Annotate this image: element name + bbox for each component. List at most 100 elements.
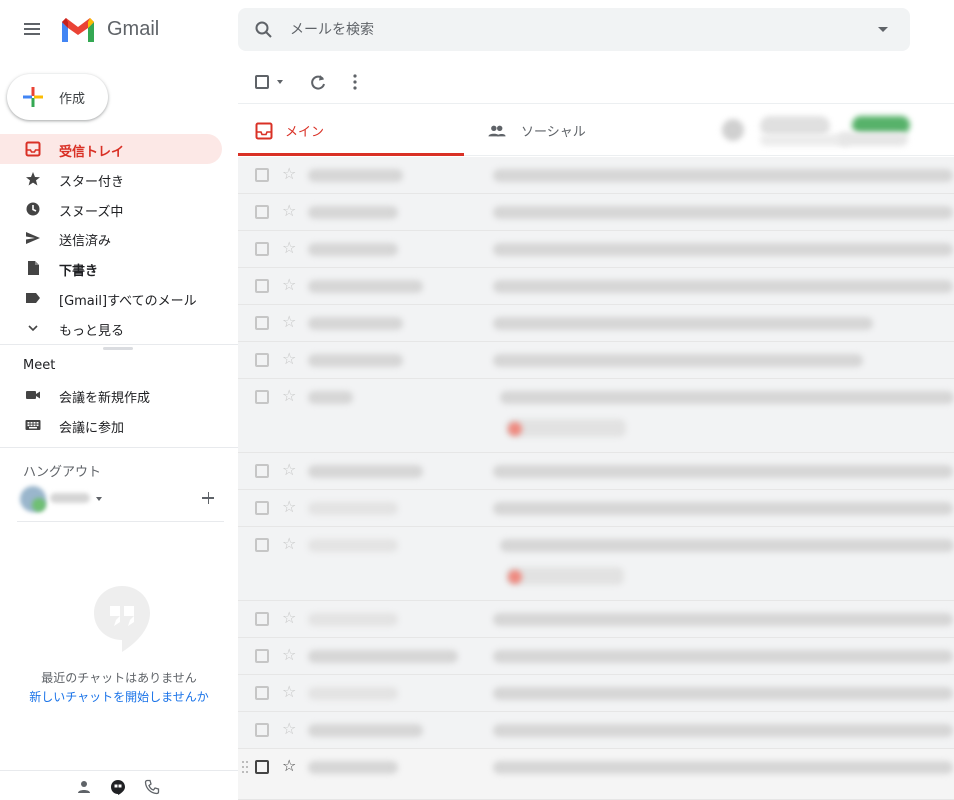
star-icon[interactable]: ☆ [282, 202, 296, 220]
keyboard-icon [25, 420, 41, 430]
row-checkbox[interactable] [255, 353, 269, 367]
sidebar-item-all-mail[interactable]: [Gmail]すべてのメール [0, 283, 222, 313]
sidebar-item-more[interactable]: もっと見る [0, 313, 222, 343]
email-row[interactable]: ☆ [238, 601, 954, 638]
drag-handle-icon[interactable] [241, 760, 249, 774]
row-checkbox[interactable] [255, 538, 269, 552]
select-all-checkbox[interactable] [255, 75, 269, 89]
email-row[interactable]: ☆ [238, 527, 954, 601]
email-row[interactable]: ☆ [238, 342, 954, 379]
email-row[interactable]: ☆ [238, 490, 954, 527]
sidebar-item-label: 受信トレイ [59, 145, 125, 160]
email-row[interactable]: ☆ [238, 268, 954, 305]
row-checkbox[interactable] [255, 168, 269, 182]
email-row[interactable]: ☆ [238, 749, 954, 800]
row-checkbox[interactable] [255, 501, 269, 515]
tab-promotions[interactable] [710, 104, 954, 156]
star-icon[interactable]: ☆ [282, 646, 296, 664]
top-bar: Gmail [0, 0, 954, 60]
row-checkbox[interactable] [255, 390, 269, 404]
divider [0, 344, 238, 345]
tab-social[interactable]: ソーシャル [474, 104, 700, 156]
status-dot [32, 498, 46, 512]
row-checkbox[interactable] [255, 205, 269, 219]
row-checkbox[interactable] [255, 316, 269, 330]
star-icon[interactable]: ☆ [282, 276, 296, 294]
search-bar[interactable] [238, 8, 910, 51]
hangouts-user-name [50, 493, 90, 503]
sidebar-item-label: [Gmail]すべてのメール [59, 293, 197, 309]
star-icon[interactable]: ☆ [282, 313, 296, 331]
sender-blurred [308, 317, 403, 330]
hangouts-chat-icon[interactable] [110, 779, 126, 795]
star-icon[interactable]: ☆ [282, 498, 296, 516]
star-icon[interactable]: ☆ [282, 609, 296, 627]
email-row[interactable]: ☆ [238, 231, 954, 268]
search-input[interactable] [290, 18, 850, 42]
star-icon[interactable]: ☆ [282, 350, 296, 368]
phone-icon[interactable] [144, 779, 160, 795]
star-icon[interactable]: ☆ [282, 683, 296, 701]
row-checkbox[interactable] [255, 649, 269, 663]
tab-primary[interactable]: メイン [238, 104, 464, 156]
meet-join-meeting[interactable]: 会議に参加 [0, 410, 238, 440]
row-checkbox[interactable] [255, 612, 269, 626]
sidebar-item-inbox[interactable]: 受信トレイ [0, 134, 222, 164]
star-icon[interactable]: ☆ [282, 461, 296, 479]
sender-blurred [308, 761, 398, 774]
row-checkbox[interactable] [255, 760, 269, 774]
email-row[interactable]: ☆ [238, 379, 954, 453]
row-checkbox[interactable] [255, 279, 269, 293]
person-icon[interactable] [76, 779, 92, 795]
clock-icon [26, 202, 40, 216]
sidebar-item-drafts[interactable]: 下書き [0, 253, 222, 283]
row-checkbox[interactable] [255, 464, 269, 478]
select-options-caret-icon[interactable] [277, 80, 283, 84]
subject-blurred [493, 317, 873, 330]
meet-item-label: 会議を新規作成 [59, 391, 151, 406]
sidebar-item-sent[interactable]: 送信済み [0, 223, 222, 253]
sidebar-nav: 受信トレイ スター付き スヌーズ中 送信済み 下書き [Gmail]すべてのメー… [0, 134, 238, 343]
star-icon[interactable]: ☆ [282, 720, 296, 738]
star-icon[interactable]: ☆ [282, 239, 296, 257]
more-options-icon[interactable] [348, 73, 362, 91]
sender-blurred [308, 206, 398, 219]
hangouts-bottom-bar [0, 770, 238, 800]
compose-button[interactable]: 作成 [7, 74, 108, 120]
sidebar-item-snoozed[interactable]: スヌーズ中 [0, 194, 222, 224]
row-checkbox[interactable] [255, 242, 269, 256]
refresh-icon[interactable] [309, 73, 327, 91]
star-icon[interactable]: ☆ [282, 757, 296, 775]
sender-blurred [308, 724, 423, 737]
email-row[interactable]: ☆ [238, 675, 954, 712]
main-menu-button[interactable] [22, 20, 42, 38]
tab-preview-blurred [838, 132, 908, 146]
email-row[interactable]: ☆ [238, 194, 954, 231]
sidebar-scroll-indicator[interactable] [103, 347, 133, 350]
hangouts-user-status[interactable] [18, 484, 108, 514]
sidebar-item-label: 下書き [59, 264, 99, 280]
star-icon[interactable]: ☆ [282, 535, 296, 553]
email-row[interactable]: ☆ [238, 453, 954, 490]
row-checkbox[interactable] [255, 723, 269, 737]
meet-new-meeting[interactable]: 会議を新規作成 [0, 380, 238, 410]
email-row[interactable]: ☆ [238, 305, 954, 342]
row-checkbox[interactable] [255, 686, 269, 700]
gmail-logo[interactable] [60, 16, 96, 44]
email-row[interactable]: ☆ [238, 638, 954, 675]
new-conversation-plus-icon[interactable] [198, 488, 218, 508]
plus-icon [23, 87, 43, 107]
sidebar-item-starred[interactable]: スター付き [0, 164, 222, 194]
star-icon[interactable]: ☆ [282, 165, 296, 183]
chevron-down-icon [28, 325, 38, 331]
email-row[interactable]: ☆ [238, 712, 954, 749]
star-icon[interactable]: ☆ [282, 387, 296, 405]
start-new-chat-link[interactable]: 新しいチャットを開始しませんか [0, 688, 238, 705]
search-options-dropdown-icon[interactable] [878, 27, 888, 32]
search-icon[interactable] [254, 20, 274, 40]
subject-blurred [493, 465, 953, 478]
subject-blurred [493, 243, 953, 256]
subject-blurred [500, 391, 954, 404]
email-row[interactable]: ☆ [238, 157, 954, 194]
subject-blurred [493, 354, 863, 367]
